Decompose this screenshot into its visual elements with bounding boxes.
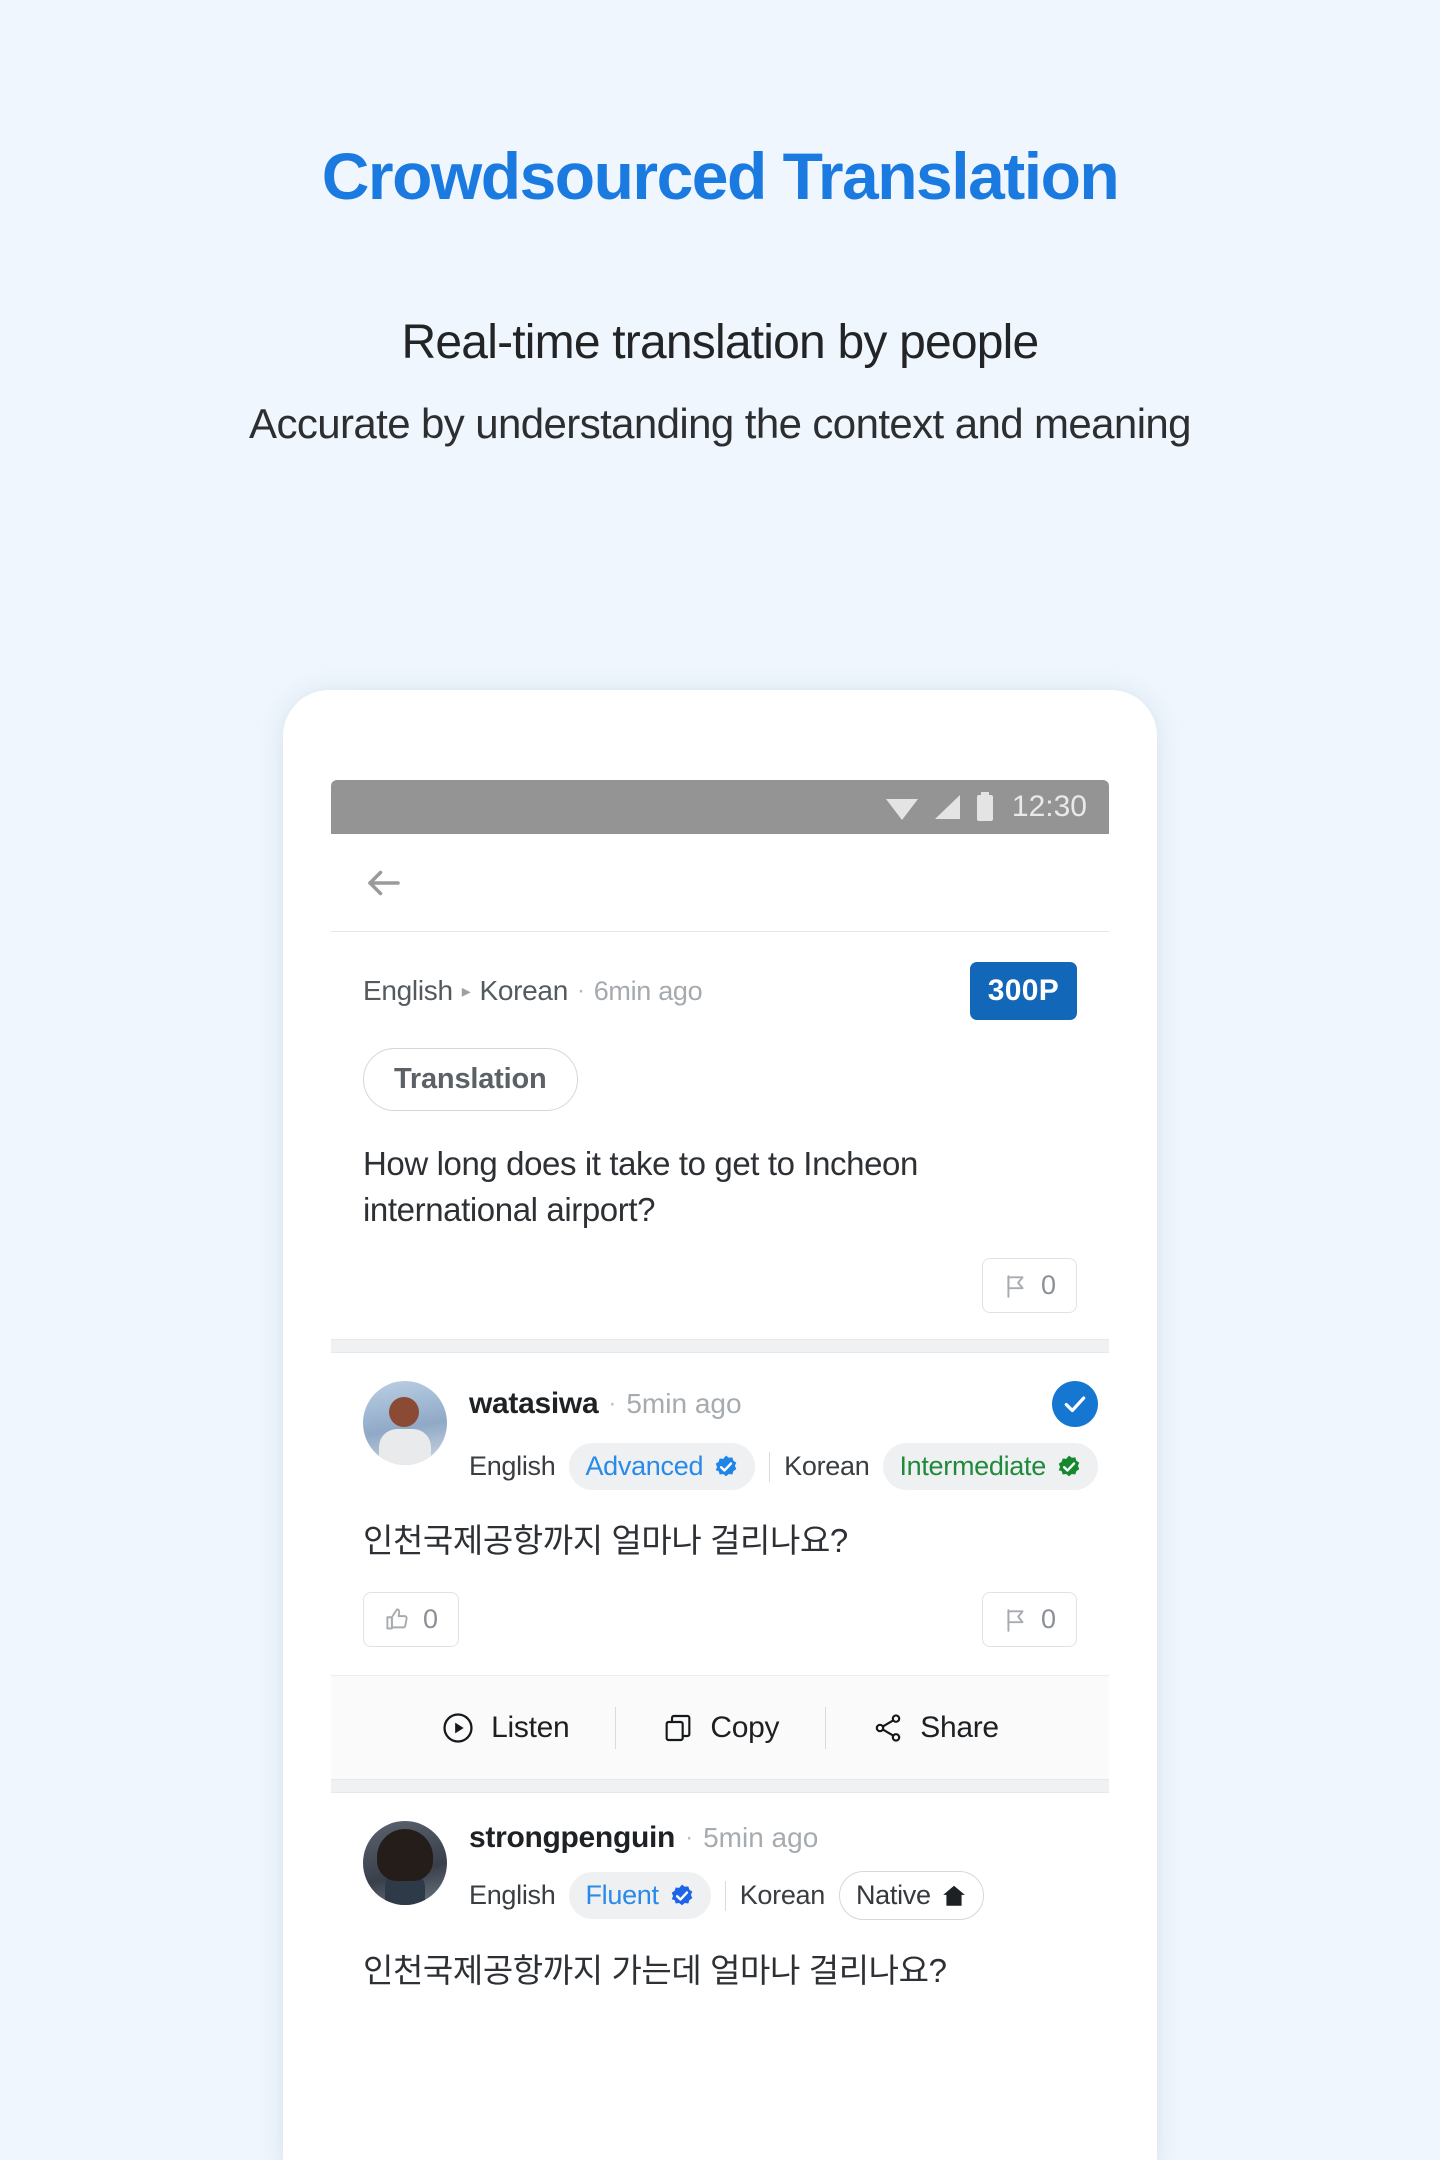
answer-text: 인천국제공항까지 가는데 얼마나 걸리나요? bbox=[363, 1952, 947, 1990]
answer-identity: strongpenguin · 5min ago bbox=[469, 1821, 1077, 1855]
like-button[interactable]: 0 bbox=[363, 1592, 460, 1648]
points-badge[interactable]: 300P bbox=[969, 962, 1077, 1020]
skill-level-label: Fluent bbox=[585, 1880, 659, 1911]
cellular-signal-icon bbox=[934, 795, 960, 819]
copy-button[interactable]: Copy bbox=[616, 1711, 825, 1745]
skill-row: English Advanced Korean Intermediate bbox=[469, 1443, 1098, 1491]
wifi-icon bbox=[885, 799, 918, 820]
section-divider bbox=[331, 1339, 1109, 1354]
request-header: English ▸ Korean · 6min ago 300P bbox=[363, 962, 1077, 1020]
skill-language: Korean bbox=[784, 1451, 870, 1482]
copy-label: Copy bbox=[710, 1710, 780, 1744]
meta-separator: · bbox=[608, 1390, 617, 1418]
share-label: Share bbox=[920, 1710, 999, 1744]
source-language: English bbox=[363, 975, 453, 1006]
skill-level-badge: Native bbox=[838, 1871, 984, 1921]
meta-separator: · bbox=[685, 1824, 694, 1852]
app-bar bbox=[331, 834, 1109, 932]
like-count: 0 bbox=[423, 1604, 439, 1635]
report-button[interactable]: 0 bbox=[981, 1592, 1077, 1648]
answer-meta: watasiwa · 5min ago English Advanced Kor… bbox=[469, 1381, 1098, 1491]
skill-divider bbox=[769, 1451, 771, 1482]
report-button[interactable]: 0 bbox=[981, 1258, 1077, 1314]
play-circle-icon bbox=[443, 1713, 473, 1743]
copy-icon bbox=[666, 1714, 691, 1741]
skill-divider bbox=[724, 1880, 726, 1911]
meta-separator: · bbox=[576, 977, 585, 1004]
answer-item: watasiwa · 5min ago English Advanced Kor… bbox=[331, 1353, 1109, 1675]
section-divider bbox=[331, 1779, 1109, 1794]
report-count: 0 bbox=[1040, 1270, 1056, 1301]
skill-level-badge: Fluent bbox=[569, 1872, 711, 1920]
skill-row: English Fluent Korean Native bbox=[469, 1871, 1077, 1921]
request-timestamp: 6min ago bbox=[593, 975, 703, 1006]
language-pair: English ▸ Korean · 6min ago bbox=[363, 975, 703, 1007]
listen-button[interactable]: Listen bbox=[395, 1711, 615, 1745]
answer-text: 인천국제공항까지 얼마나 걸리나요? bbox=[363, 1522, 848, 1560]
phone-screen: 12:30 English ▸ Korean · 6min ago 300P T… bbox=[331, 780, 1109, 2160]
verified-green-icon bbox=[1058, 1455, 1080, 1476]
flag-icon bbox=[1007, 1274, 1024, 1298]
thumbs-up-icon bbox=[386, 1608, 408, 1630]
home-icon bbox=[942, 1885, 965, 1906]
status-bar-clock: 12:30 bbox=[1011, 790, 1087, 823]
answer-meta: strongpenguin · 5min ago English Fluent bbox=[469, 1821, 1077, 1921]
request-text: How long does it take to get to Incheon … bbox=[363, 1145, 918, 1228]
answer-timestamp: 5min ago bbox=[626, 1388, 742, 1420]
answer-identity: watasiwa · 5min ago bbox=[469, 1381, 1098, 1428]
answer-username[interactable]: strongpenguin bbox=[469, 1821, 675, 1855]
skill-language: Korean bbox=[739, 1880, 826, 1911]
answer-username[interactable]: watasiwa bbox=[469, 1387, 599, 1421]
promo-page: Crowdsourced Translation Real-time trans… bbox=[0, 0, 1440, 2160]
flag-icon bbox=[1007, 1609, 1024, 1632]
answer-actions: 0 0 bbox=[363, 1592, 1077, 1675]
verified-blue-icon bbox=[715, 1455, 737, 1476]
answer-item: strongpenguin · 5min ago English Fluent bbox=[331, 1793, 1109, 1994]
skill-level-label: Intermediate bbox=[899, 1451, 1046, 1482]
phone-mockup: 12:30 English ▸ Korean · 6min ago 300P T… bbox=[283, 690, 1157, 2160]
request-card: English ▸ Korean · 6min ago 300P Transla… bbox=[331, 932, 1109, 1339]
selected-answer-check-icon bbox=[1051, 1381, 1098, 1428]
battery-icon bbox=[976, 792, 993, 821]
skill-language: English bbox=[469, 1880, 556, 1911]
hero-headline: Crowdsourced Translation bbox=[0, 140, 1440, 213]
category-tag[interactable]: Translation bbox=[363, 1048, 578, 1111]
answer-timestamp: 5min ago bbox=[703, 1822, 819, 1854]
skill-level-label: Native bbox=[855, 1880, 931, 1911]
hero-tagline: Accurate by understanding the context an… bbox=[249, 400, 1192, 447]
back-arrow-icon[interactable] bbox=[363, 862, 405, 904]
avatar[interactable] bbox=[363, 1381, 447, 1466]
avatar[interactable] bbox=[363, 1821, 447, 1906]
answer-toolbar: Listen Copy Share bbox=[331, 1675, 1109, 1780]
verified-blue-icon bbox=[671, 1884, 693, 1905]
skill-language: English bbox=[469, 1451, 556, 1482]
answer-header: watasiwa · 5min ago English Advanced Kor… bbox=[363, 1381, 1098, 1491]
answer-header: strongpenguin · 5min ago English Fluent bbox=[363, 1821, 1077, 1921]
hero-subtitle: Real-time translation by people bbox=[401, 316, 1040, 369]
skill-level-badge: Advanced bbox=[569, 1443, 756, 1491]
share-icon bbox=[875, 1714, 901, 1742]
listen-label: Listen bbox=[491, 1710, 570, 1744]
target-language: Korean bbox=[479, 975, 568, 1006]
request-actions: 0 bbox=[363, 1258, 1077, 1339]
skill-level-badge: Intermediate bbox=[883, 1443, 1098, 1491]
status-bar: 12:30 bbox=[331, 780, 1109, 834]
share-button[interactable]: Share bbox=[826, 1711, 1045, 1745]
report-count: 0 bbox=[1040, 1604, 1056, 1635]
arrow-right-icon: ▸ bbox=[461, 980, 471, 1001]
page-title: Crowdsourced Translation bbox=[321, 139, 1120, 213]
skill-level-label: Advanced bbox=[585, 1451, 704, 1482]
